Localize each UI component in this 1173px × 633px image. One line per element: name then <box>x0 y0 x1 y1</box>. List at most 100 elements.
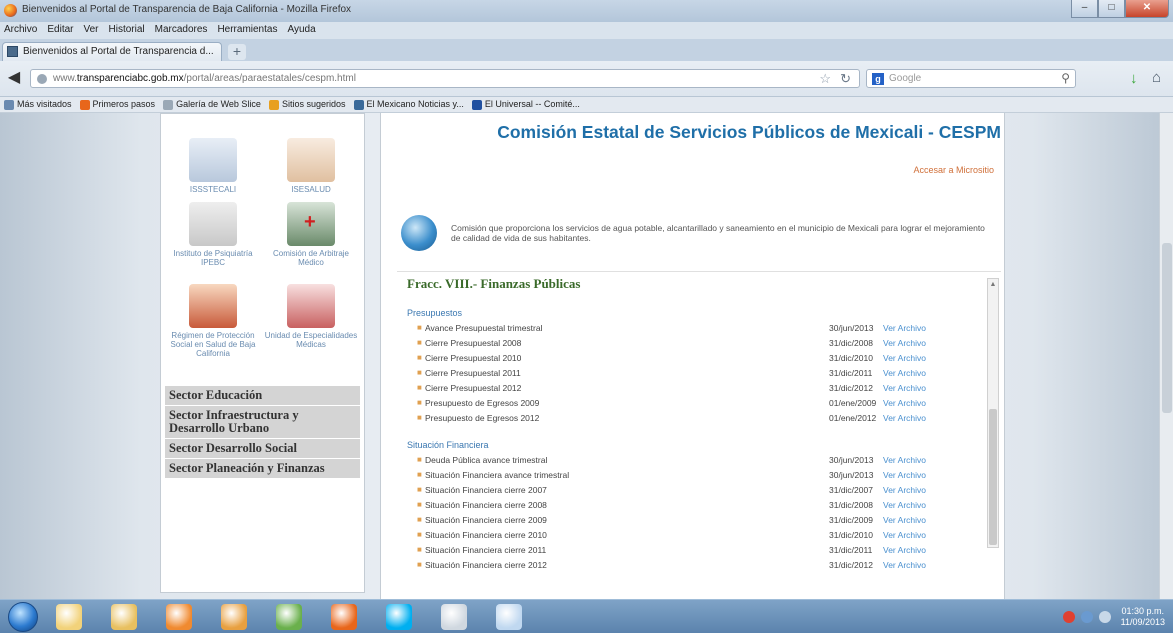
agency-isesalud[interactable]: ISESALUD <box>261 138 361 194</box>
sector-educacion[interactable]: Sector Educación <box>165 386 360 406</box>
view-file-link[interactable]: Ver Archivo <box>883 543 926 557</box>
taskbar-chrome-icon[interactable] <box>276 604 302 630</box>
menu-ver[interactable]: Ver <box>83 22 98 39</box>
maximize-button[interactable]: □ <box>1098 0 1125 18</box>
view-file-link[interactable]: Ver Archivo <box>883 396 926 410</box>
menu-herramientas[interactable]: Herramientas <box>217 22 277 39</box>
page-scroll-thumb[interactable] <box>1162 243 1172 413</box>
taskbar-paint-icon[interactable] <box>221 604 247 630</box>
main-content: Comisión Estatal de Servicios Públicos d… <box>380 113 1005 599</box>
view-file-link[interactable]: Ver Archivo <box>883 321 926 335</box>
sector-desarrollo-social[interactable]: Sector Desarrollo Social <box>165 439 360 459</box>
volume-icon[interactable] <box>1098 611 1111 623</box>
agency-ipebc[interactable]: Instituto de Psiquiatría IPEBC <box>163 202 263 267</box>
bookmark-item[interactable]: El Universal -- Comité... <box>471 97 580 112</box>
document-row: ■ Situación Financiera cierre 2010 31/dic/… <box>417 528 979 542</box>
taskbar-folder-icon[interactable] <box>111 604 137 630</box>
group-title: Presupuestos <box>407 308 463 318</box>
document-row: ■ Cierre Presupuestal 2008 31/dic/2008 Ver … <box>417 336 979 350</box>
url-text[interactable]: www.transparenciabc.gob.mx/portal/areas/… <box>53 73 356 84</box>
menu-historial[interactable]: Historial <box>109 22 145 39</box>
bookmark-label: El Universal -- Comité... <box>484 99 580 109</box>
home-icon[interactable]: ⌂ <box>1152 69 1161 86</box>
search-bar[interactable]: g Google ⚲ <box>866 69 1076 88</box>
view-file-link[interactable]: Ver Archivo <box>883 411 926 425</box>
site-identity-icon[interactable] <box>37 74 47 84</box>
document-date: 31/dic/2008 <box>829 500 873 510</box>
bullet-icon: ■ <box>417 455 422 464</box>
view-file-link[interactable]: Ver Archivo <box>883 453 926 467</box>
sector-infraestructura[interactable]: Sector Infraestructura y Desarrollo Urba… <box>165 406 360 439</box>
agency-proteccion-social[interactable]: Régimen de Protección Social en Salud de… <box>163 284 263 358</box>
google-icon[interactable]: g <box>872 73 884 85</box>
document-row: ■ Situación Financiera cierre 2011 31/dic/… <box>417 543 979 557</box>
view-file-link[interactable]: Ver Archivo <box>883 528 926 542</box>
view-file-link[interactable]: Ver Archivo <box>883 483 926 497</box>
bullet-icon: ■ <box>417 353 422 362</box>
scroll-thumb[interactable] <box>989 409 997 545</box>
taskbar-skype-icon[interactable] <box>386 604 412 630</box>
search-icon[interactable]: ⚲ <box>1061 71 1070 85</box>
microsite-link[interactable]: Accesar a Micrositio <box>913 165 994 175</box>
view-file-link[interactable]: Ver Archivo <box>883 366 926 380</box>
bookmark-item[interactable]: Sitios sugeridos <box>268 97 346 112</box>
bookmark-item[interactable]: El Mexicano Noticias y... <box>353 97 464 112</box>
taskbar-explorer-icon[interactable] <box>56 604 82 630</box>
bookmark-icon <box>163 99 174 110</box>
view-file-link[interactable]: Ver Archivo <box>883 513 926 527</box>
menu-marcadores[interactable]: Marcadores <box>155 22 208 39</box>
view-file-link[interactable]: Ver Archivo <box>883 558 926 572</box>
bookmark-item[interactable]: Más visitados <box>4 97 72 112</box>
bookmarks-toolbar: Más visitados Primeros pasos Galería de We… <box>0 97 1173 113</box>
agency-especialidades-medicas[interactable]: Unidad de Especialidades Médicas <box>261 284 361 349</box>
taskbar-media-player-icon[interactable] <box>166 604 192 630</box>
bookmark-star-icon[interactable]: ☆ <box>819 71 831 87</box>
scroll-up-icon[interactable]: ▲ <box>988 279 998 291</box>
document-row: ■ Cierre Presupuestal 2010 31/dic/2010 Ver … <box>417 351 979 365</box>
document-row: ■ Situación Financiera cierre 2012 31/dic/… <box>417 558 979 572</box>
url-bar[interactable]: www.transparenciabc.gob.mx/portal/areas/… <box>30 69 860 88</box>
reload-icon[interactable]: ↻ <box>840 71 851 87</box>
agency-label: Comisión de Arbitraje Médico <box>272 249 350 267</box>
taskbar-notepad-icon[interactable] <box>496 604 522 630</box>
water-drop-icon <box>401 215 437 251</box>
browser-tab[interactable]: Bienvenidos al Portal de Transparencia d… <box>2 42 222 61</box>
panel-scrollbar[interactable]: ▲ <box>987 278 999 548</box>
sector-list: Sector Educación Sector Infraestructura … <box>165 386 360 479</box>
document-name: Situación Financiera cierre 2010 <box>425 530 547 540</box>
bookmark-item[interactable]: Primeros pasos <box>79 97 155 112</box>
bookmark-icon <box>353 99 364 110</box>
agency-arbitraje-medico[interactable]: + Comisión de Arbitraje Médico <box>261 202 361 267</box>
minimize-button[interactable]: – <box>1071 0 1098 18</box>
tray-icon[interactable] <box>1062 611 1075 623</box>
ambulance-icon <box>189 138 237 182</box>
document-row: ■ Situación Financiera cierre 2007 31/dic/… <box>417 483 979 497</box>
clock[interactable]: 01:30 p.m. 11/09/2013 <box>1121 606 1165 628</box>
document-name: Situación Financiera cierre 2008 <box>425 500 547 510</box>
view-file-link[interactable]: Ver Archivo <box>883 498 926 512</box>
download-icon[interactable]: ↓ <box>1130 70 1138 87</box>
back-button[interactable]: ◀ <box>4 68 24 88</box>
taskbar-calculator-icon[interactable] <box>441 604 467 630</box>
start-button[interactable] <box>8 602 38 632</box>
document-row: ■ Situación Financiera cierre 2009 31/dic/… <box>417 513 979 527</box>
menu-archivo[interactable]: Archivo <box>4 22 37 39</box>
bookmark-item[interactable]: Galería de Web Slice <box>163 97 261 112</box>
taskbar-firefox-icon[interactable] <box>331 604 357 630</box>
psychiatry-icon <box>189 202 237 246</box>
close-button[interactable]: ✕ <box>1125 0 1169 18</box>
page-title: Comisión Estatal de Servicios Públicos d… <box>497 122 1001 142</box>
sector-planeacion-finanzas[interactable]: Sector Planeación y Finanzas <box>165 459 360 479</box>
view-file-link[interactable]: Ver Archivo <box>883 336 926 350</box>
agency-issstecali[interactable]: ISSSTECALI <box>163 138 263 194</box>
menu-ayuda[interactable]: Ayuda <box>287 22 315 39</box>
view-file-link[interactable]: Ver Archivo <box>883 381 926 395</box>
menu-editar[interactable]: Editar <box>47 22 73 39</box>
page-scrollbar[interactable] <box>1159 113 1173 599</box>
agency-description: Comisión que proporciona los servicios d… <box>451 223 985 243</box>
new-tab-button[interactable]: + <box>228 44 246 60</box>
house-icon <box>189 284 237 328</box>
view-file-link[interactable]: Ver Archivo <box>883 351 926 365</box>
view-file-link[interactable]: Ver Archivo <box>883 468 926 482</box>
tray-icon[interactable] <box>1080 611 1093 623</box>
